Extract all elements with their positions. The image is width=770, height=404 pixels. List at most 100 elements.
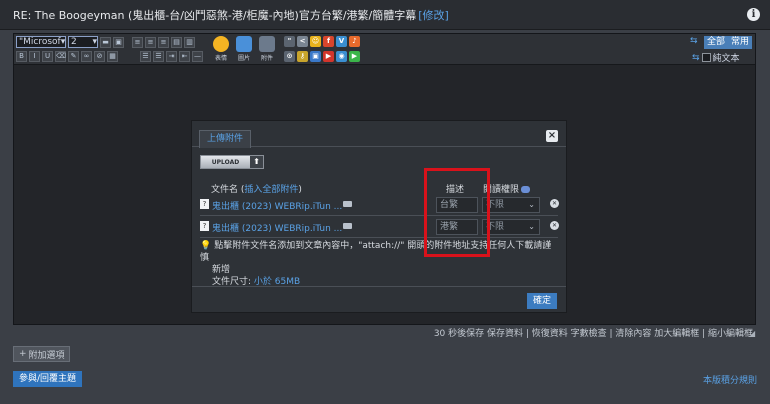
mode-full-button[interactable]: 全部	[704, 36, 729, 49]
description-input[interactable]: 港繁	[436, 219, 478, 235]
table-icon[interactable]: ▦	[107, 51, 118, 62]
align-right-icon[interactable]: ≡	[158, 36, 169, 48]
lightbulb-icon: 💡	[200, 241, 212, 251]
font-size-select[interactable]: 2 ▾	[68, 36, 98, 48]
bold-icon[interactable]: B	[16, 51, 27, 62]
keyboard-icon[interactable]	[343, 201, 352, 207]
submit-reply-button[interactable]: 參與/回覆主題	[13, 371, 82, 387]
play-icon[interactable]: ▶	[349, 51, 360, 62]
keyboard-icon[interactable]	[343, 223, 352, 229]
chevron-down-icon: ⌄	[528, 200, 535, 209]
toolbar-row-2: B I U ⌫ ✎ ∞ ⊘ ▦ ☰ ☰ ⇥ ⇤ —	[16, 51, 203, 62]
plain-text-checkbox[interactable]	[701, 53, 711, 62]
key-icon[interactable]: ⚷	[297, 51, 308, 62]
toolbar-extra-row-2: ⊙ ⚷ ▣ ▶ ◉ ▶	[284, 51, 360, 62]
delete-icon[interactable]: ✕	[550, 221, 559, 230]
toolbar-extra-row-1: " < ☺ f V ♪	[284, 36, 360, 47]
permission-select[interactable]: 不限 ⌄	[482, 219, 540, 235]
dialog-header: 上傳附件 ×	[192, 121, 566, 148]
tab-upload-attachment[interactable]: 上傳附件	[199, 130, 252, 148]
permission-select[interactable]: 不限 ⌄	[482, 197, 540, 213]
post-title: RE: The Boogeyman (鬼出櫃-台/凶鬥惡煞-港/柜魔-內地)官方…	[13, 8, 417, 22]
vimeo-icon[interactable]: ◉	[336, 51, 347, 62]
image-icon	[236, 36, 252, 52]
attachment-filename-link[interactable]: 鬼出櫃 (2023) WEBRip.iTun ...	[212, 221, 342, 234]
file-unknown-icon: ?	[200, 221, 209, 231]
edit-title-link[interactable]: [修改]	[418, 7, 449, 23]
expand-icon: +	[19, 349, 27, 359]
close-icon[interactable]: ×	[546, 130, 558, 142]
info-icon[interactable]: i	[747, 8, 760, 21]
upload-label: UPLOAD	[211, 158, 240, 166]
align-left-icon[interactable]: ≡	[132, 36, 143, 48]
font-family-select[interactable]: "Microsof ▾	[16, 36, 66, 48]
paint-icon[interactable]: ✎	[68, 51, 79, 62]
background-color-icon[interactable]: ▣	[113, 36, 124, 48]
emoji-icon	[213, 36, 229, 52]
align-center-icon[interactable]: ≡	[145, 36, 156, 48]
youtube-icon[interactable]: ▶	[323, 51, 334, 62]
filename-column-header: 文件名 (插入全部附件)	[211, 182, 302, 195]
outdent-icon[interactable]: ⇤	[179, 51, 190, 62]
float-left-icon[interactable]: ▤	[171, 36, 182, 48]
chevron-down-icon: ▾	[92, 37, 97, 47]
flash-icon[interactable]: f	[323, 36, 334, 47]
clear-format-icon[interactable]: ⌫	[55, 51, 66, 62]
row-divider	[200, 237, 558, 238]
description-input[interactable]: 台繁	[436, 197, 478, 213]
editor-footer-links[interactable]: 30 秒後保存 保存資料 | 恢復資料 字數檢查 | 清除內容 加大編輯框 | …	[434, 326, 753, 339]
mode-common-button[interactable]: 常用	[728, 36, 752, 49]
swap-icon: ⇆	[692, 52, 700, 63]
description-column-header: 描述	[446, 185, 465, 195]
free-icon[interactable]: ▣	[310, 51, 321, 62]
confirm-button[interactable]: 確定	[527, 293, 557, 309]
upload-button[interactable]: UPLOAD ⬆	[200, 155, 264, 169]
permission-header-label: 閱讀權限	[483, 185, 520, 195]
row-divider	[200, 215, 558, 216]
plain-text-toggle[interactable]: ⇆ 純文本	[692, 51, 740, 65]
music-icon[interactable]: ♪	[349, 36, 360, 47]
video-icon[interactable]: V	[336, 36, 347, 47]
image-button[interactable]: 圖片	[233, 36, 255, 63]
table-row: ? 鬼出櫃 (2023) WEBRip.iTun ... 台繁 不限 ⌄ ✕	[200, 196, 559, 216]
tip-line-1: 💡 點擊附件文件名添加到文章內容中，"attach://" 開頭的附件地址支持任何…	[200, 240, 558, 264]
filename-header-label: 文件名 (	[211, 185, 245, 195]
hr-icon[interactable]: —	[192, 51, 203, 62]
font-size-value: 2	[71, 37, 77, 47]
attachment-button[interactable]: 附件	[256, 36, 278, 63]
permission-info-icon[interactable]	[521, 186, 531, 193]
upload-tip: 💡 點擊附件文件名添加到文章內容中，"attach://" 開頭的附件地址支持任何…	[200, 240, 558, 288]
table-row: ? 鬼出櫃 (2023) WEBRip.iTun ... 港繁 不限 ⌄ ✕	[200, 218, 559, 238]
float-right-icon[interactable]: ▥	[184, 36, 195, 48]
attachment-filename-link[interactable]: 鬼出櫃 (2023) WEBRip.iTun ...	[212, 199, 342, 212]
hide-icon[interactable]: ⊙	[284, 51, 295, 62]
board-rules-link[interactable]: 本版積分規則	[703, 373, 757, 386]
additional-options-label: 附加選項	[28, 350, 65, 361]
upload-attachment-dialog: 上傳附件 × UPLOAD ⬆ 文件名 (插入全部附件) 描述 閱讀權限 ? 鬼…	[191, 120, 567, 313]
editor-toolbar: "Microsof ▾ 2 ▾ ▬ ▣ ≡ ≡ ≡ ▤ ▥ B I U ⌫ ✎ ∞ …	[14, 34, 755, 65]
mode-swap-icon: ⇆	[690, 36, 698, 46]
permission-column-header: 閱讀權限	[483, 182, 531, 195]
post-header: RE: The Boogeyman (鬼出櫃-台/凶鬥惡煞-港/柜魔-內地)官方…	[0, 0, 770, 30]
tip-text-2: 新增	[212, 265, 231, 275]
additional-options-button[interactable]: + 附加選項	[13, 346, 70, 362]
smile-icon[interactable]: ☺	[310, 36, 321, 47]
indent-icon[interactable]: ⇥	[166, 51, 177, 62]
list-unordered-icon[interactable]: ☰	[153, 51, 164, 62]
emoji-label: 表情	[214, 55, 227, 62]
underline-icon[interactable]: U	[42, 51, 53, 62]
unlink-icon[interactable]: ⊘	[94, 51, 105, 62]
quote-icon[interactable]: "	[284, 36, 295, 47]
link-icon[interactable]: ∞	[81, 51, 92, 62]
italic-icon[interactable]: I	[29, 51, 40, 62]
resize-handle-icon[interactable]: ◢	[749, 330, 757, 338]
emoji-button[interactable]: 表情	[210, 36, 232, 63]
filename-header-end: )	[298, 185, 302, 195]
paperclip-icon	[259, 36, 275, 52]
code-icon[interactable]: <	[297, 36, 308, 47]
delete-icon[interactable]: ✕	[550, 199, 559, 208]
insert-all-attachments-link[interactable]: 插入全部附件	[244, 185, 298, 195]
permission-value: 不限	[486, 200, 505, 210]
list-ordered-icon[interactable]: ☰	[140, 51, 151, 62]
text-color-icon[interactable]: ▬	[100, 36, 111, 48]
